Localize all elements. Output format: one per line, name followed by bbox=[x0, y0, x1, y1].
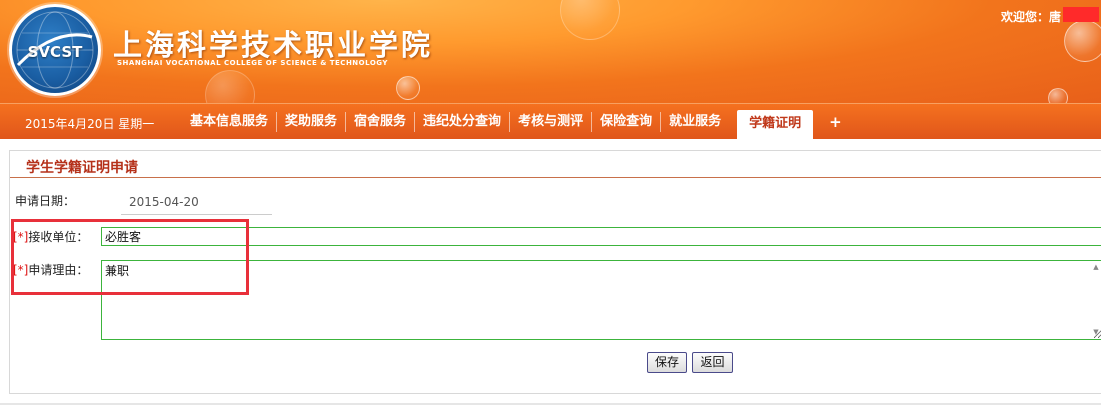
scroll-up-icon[interactable]: ▲ bbox=[1092, 263, 1100, 271]
main-nav: 2015年4月20日 星期一 基本信息服务 奖助服务 宿舍服务 违纪处分查询 考… bbox=[0, 103, 1101, 140]
bubble-decoration bbox=[1048, 88, 1068, 103]
nav-item-insurance[interactable]: 保险查询 bbox=[592, 112, 662, 132]
nav-item-basic-info[interactable]: 基本信息服务 bbox=[182, 112, 278, 132]
nav-item-dormitory[interactable]: 宿舍服务 bbox=[346, 112, 416, 132]
save-button[interactable]: 保存 bbox=[647, 352, 687, 373]
reason-textarea[interactable]: 兼职 bbox=[101, 260, 1101, 340]
bubble-decoration bbox=[205, 70, 255, 103]
nav-item-discipline[interactable]: 违纪处分查询 bbox=[415, 112, 511, 132]
bubble-decoration bbox=[396, 76, 420, 100]
nav-item-employment[interactable]: 就业服务 bbox=[661, 112, 729, 132]
nav-item-financial-aid[interactable]: 奖助服务 bbox=[277, 112, 347, 132]
plus-icon[interactable]: + bbox=[829, 112, 842, 132]
logo-text: SVCST bbox=[27, 43, 83, 61]
title-divider bbox=[10, 177, 1101, 178]
nav-item-assessment[interactable]: 考核与测评 bbox=[510, 112, 593, 132]
form-panel: 学生学籍证明申请 申请日期： 2015-04-20 [*]接收单位： [*]申请… bbox=[9, 150, 1101, 394]
bubble-decoration bbox=[560, 0, 620, 40]
date-label: 申请日期： bbox=[15, 194, 76, 208]
username-redaction bbox=[1063, 7, 1099, 22]
school-logo: SVCST bbox=[9, 4, 101, 96]
receiving-unit-input[interactable] bbox=[101, 227, 1101, 246]
nav-item-enrollment-certificate[interactable]: 学籍证明 bbox=[737, 110, 814, 140]
bubble-decoration bbox=[1064, 20, 1101, 62]
annotation-highlight-box bbox=[11, 219, 249, 295]
welcome-text: 欢迎您：唐 bbox=[1000, 10, 1061, 24]
current-date: 2015年4月20日 星期一 bbox=[25, 117, 155, 131]
nav-menu: 基本信息服务 奖助服务 宿舍服务 违纪处分查询 考核与测评 保险查询 就业服务 … bbox=[182, 104, 842, 140]
date-value: 2015-04-20 bbox=[121, 193, 272, 215]
back-button[interactable]: 返回 bbox=[692, 352, 733, 373]
page-title: 学生学籍证明申请 bbox=[26, 160, 138, 176]
scroll-down-icon[interactable]: ▼ bbox=[1092, 328, 1100, 336]
header-banner: SVCST 上海科学技术职业学院 SHANGHAI VOCATIONAL COL… bbox=[0, 0, 1101, 103]
school-name-english: SHANGHAI VOCATIONAL COLLEGE OF SCIENCE &… bbox=[117, 59, 388, 67]
school-name: 上海科学技术职业学院 bbox=[113, 28, 434, 62]
